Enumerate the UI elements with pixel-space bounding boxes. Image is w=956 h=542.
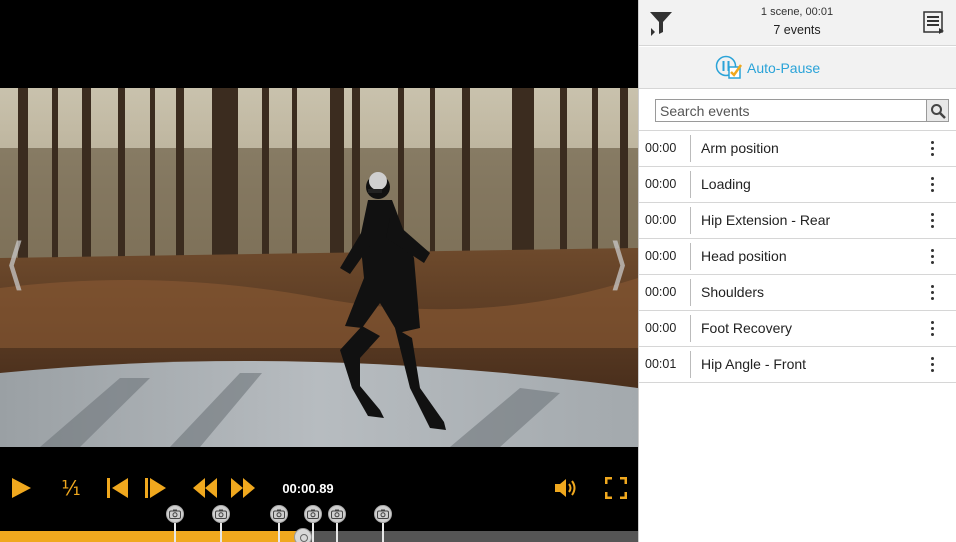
- speed-button[interactable]: ¹⁄₁: [56, 470, 86, 506]
- event-marker[interactable]: [328, 505, 346, 542]
- divider: [690, 279, 691, 306]
- volume-button[interactable]: [552, 470, 580, 506]
- step-forward-icon: [145, 478, 166, 498]
- divider: [690, 243, 691, 270]
- camera-icon: [374, 505, 392, 523]
- event-name: Shoulders: [701, 284, 765, 300]
- step-back-icon: [107, 478, 128, 498]
- camera-icon: [328, 505, 346, 523]
- autopause-toggle[interactable]: Auto-Pause: [715, 55, 820, 81]
- event-row[interactable]: 00:00 Foot Recovery: [639, 311, 956, 347]
- event-time: 00:00: [645, 285, 677, 299]
- event-marker[interactable]: [270, 505, 288, 542]
- event-count: 7 events: [773, 23, 821, 37]
- more-vertical-icon[interactable]: [921, 347, 943, 382]
- volume-icon: [555, 479, 576, 497]
- event-name: Head position: [701, 248, 787, 264]
- event-time: 00:01: [645, 357, 677, 371]
- search-icon: [930, 103, 946, 119]
- event-row[interactable]: 00:00 Shoulders: [639, 275, 956, 311]
- event-name: Loading: [701, 176, 751, 192]
- fast-forward-icon: [231, 478, 255, 498]
- player-controls: ¹⁄₁ 00:00.89: [0, 470, 638, 506]
- divider: [690, 207, 691, 234]
- event-row[interactable]: 00:00 Loading: [639, 167, 956, 203]
- more-vertical-icon[interactable]: [921, 275, 943, 310]
- event-time: 00:00: [645, 213, 677, 227]
- video-frame[interactable]: [0, 88, 638, 447]
- event-name: Hip Angle - Front: [701, 356, 807, 372]
- event-name: Hip Extension - Rear: [701, 212, 831, 228]
- autopause-label: Auto-Pause: [747, 60, 821, 76]
- autopause-icon: [715, 55, 743, 79]
- speed-label: ¹⁄₁: [61, 476, 81, 500]
- event-marker[interactable]: [374, 505, 392, 542]
- play-button[interactable]: [6, 470, 36, 506]
- event-name: Arm position: [701, 140, 779, 156]
- camera-icon: [166, 505, 184, 523]
- camera-icon: [212, 505, 230, 523]
- timeline-scrubber[interactable]: [294, 528, 312, 542]
- video-image: [0, 88, 638, 447]
- divider: [690, 315, 691, 342]
- play-icon: [12, 478, 31, 498]
- timeline-progress: [0, 531, 303, 542]
- filter-button[interactable]: [649, 10, 673, 36]
- rewind-button[interactable]: [192, 470, 218, 506]
- event-list: 00:00 Arm position 00:00 Loading 00:00 Hip Ex…: [639, 131, 956, 383]
- list-view-icon: [923, 11, 944, 34]
- event-time: 00:00: [645, 141, 677, 155]
- timecode: 00:00.89: [282, 480, 334, 496]
- event-name: Foot Recovery: [701, 320, 793, 336]
- camera-icon: [270, 505, 288, 523]
- event-row[interactable]: 00:00 Head position: [639, 239, 956, 275]
- divider: [690, 171, 691, 198]
- divider: [690, 135, 691, 162]
- step-forward-button[interactable]: [142, 470, 170, 506]
- search-bar: [639, 89, 956, 131]
- video-player: ⟨ ⟩ ¹⁄₁ 00:00.89: [0, 0, 638, 542]
- more-vertical-icon[interactable]: [921, 203, 943, 238]
- chevron-left-icon[interactable]: ⟨: [0, 230, 30, 300]
- fullscreen-icon: [605, 477, 627, 499]
- events-sidebar: 1 scene, 00:01 7 events Auto-Pause 00:00…: [638, 0, 956, 542]
- divider: [690, 351, 691, 378]
- chevron-right-icon[interactable]: ⟩: [604, 230, 634, 300]
- event-row[interactable]: 00:00 Arm position: [639, 131, 956, 167]
- step-back-button[interactable]: [104, 470, 132, 506]
- more-vertical-icon[interactable]: [921, 131, 943, 166]
- event-time: 00:00: [645, 177, 677, 191]
- scene-summary: 1 scene, 00:01: [760, 6, 834, 18]
- event-row[interactable]: 00:00 Hip Extension - Rear: [639, 203, 956, 239]
- app-window: ⟨ ⟩ ¹⁄₁ 00:00.89 1 scene, 00:01 7 events…: [0, 0, 956, 542]
- autopause-bar: Auto-Pause: [639, 47, 956, 89]
- more-vertical-icon[interactable]: [921, 167, 943, 202]
- timeline[interactable]: [0, 504, 638, 542]
- more-vertical-icon[interactable]: [921, 311, 943, 346]
- event-marker[interactable]: [212, 505, 230, 542]
- event-time: 00:00: [645, 249, 677, 263]
- event-time: 00:00: [645, 321, 677, 335]
- search-button[interactable]: [927, 99, 949, 122]
- camera-icon: [304, 505, 322, 523]
- fullscreen-button[interactable]: [602, 470, 630, 506]
- list-view-button[interactable]: [923, 11, 945, 35]
- event-row[interactable]: 00:01 Hip Angle - Front: [639, 347, 956, 383]
- filter-icon: [650, 12, 672, 36]
- event-marker[interactable]: [166, 505, 184, 542]
- fast-forward-button[interactable]: [230, 470, 256, 506]
- sidebar-header: 1 scene, 00:01 7 events: [639, 0, 956, 46]
- rewind-icon: [193, 478, 217, 498]
- search-input[interactable]: [655, 99, 927, 122]
- more-vertical-icon[interactable]: [921, 239, 943, 274]
